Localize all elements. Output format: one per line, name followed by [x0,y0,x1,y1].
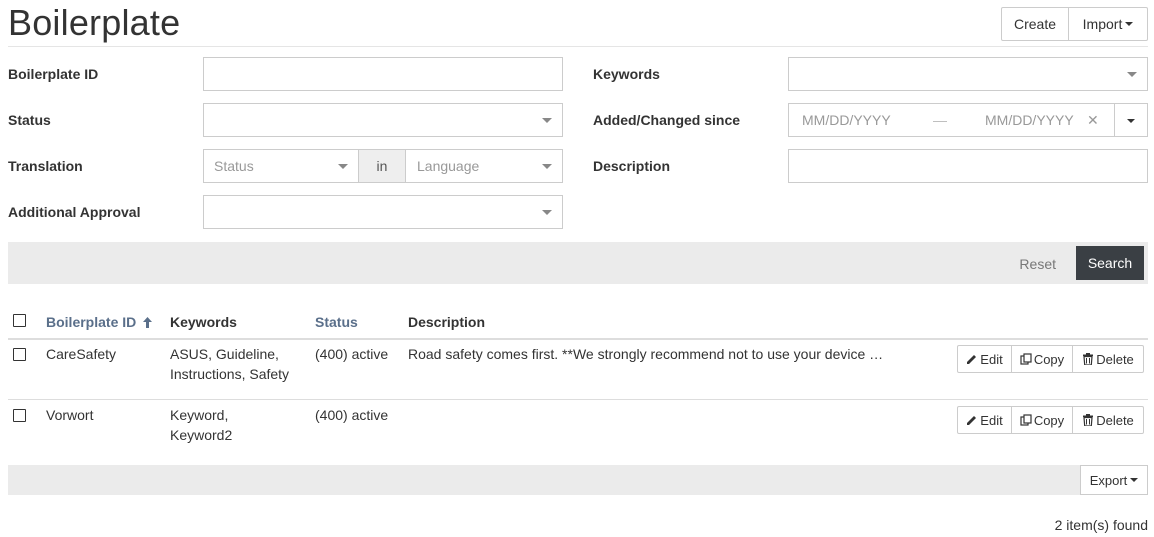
translation-in-addon: in [358,149,406,183]
chevron-down-icon [1127,72,1137,77]
export-button[interactable]: Export [1080,465,1148,495]
select-all-checkbox[interactable] [13,314,26,327]
row-checkbox[interactable] [13,409,26,422]
row-id[interactable]: Vorwort [46,405,93,425]
translation-language-select[interactable]: Language [405,149,563,183]
delete-button[interactable]: Delete [1073,406,1144,434]
column-header-keywords[interactable]: Keywords [170,314,237,330]
table-header-divider [8,338,1148,340]
page-title: Boilerplate [8,2,181,43]
keywords-label: Keywords [593,66,660,82]
trash-icon [1083,353,1094,365]
description-label: Description [593,158,671,174]
result-count: 2 item(s) found [1054,517,1148,533]
added-changed-since-label: Added/Changed since [593,112,741,128]
search-button[interactable]: Search [1076,246,1144,280]
chevron-down-icon [542,164,552,169]
import-button[interactable]: Import [1069,7,1148,41]
date-separator: — [933,112,947,128]
status-label: Status [8,112,51,128]
pencil-icon [967,416,977,425]
column-header-status[interactable]: Status [315,314,358,330]
copy-button[interactable]: Copy [1012,406,1073,434]
column-header-boilerplate-id[interactable]: Boilerplate ID [46,314,153,330]
copy-button[interactable]: Copy [1012,345,1073,373]
row-keywords: ASUS, Guideline, Instructions, Safety [170,346,290,382]
chevron-down-icon [338,164,348,169]
row-id[interactable]: CareSafety [46,344,116,364]
keywords-select[interactable] [788,57,1148,91]
delete-button[interactable]: Delete [1073,345,1144,373]
row-actions: Edit Copy Delete [957,406,1144,434]
row-description: Road safety comes first. **We strongly r… [408,346,884,362]
top-actions: Create Import [1001,7,1148,41]
boilerplate-id-input[interactable] [203,57,563,91]
clear-icon[interactable]: ✕ [1087,112,1099,129]
title-divider [8,46,1148,47]
caret-down-icon [1127,119,1135,123]
create-button[interactable]: Create [1001,7,1069,41]
translation-label: Translation [8,158,83,174]
copy-icon [1020,414,1032,426]
search-action-bar: Reset Search [8,242,1148,284]
date-to-input[interactable]: MM/DD/YYYY [985,112,1074,128]
row-checkbox[interactable] [13,348,26,361]
table-footer-bar: Export [8,465,1148,495]
caret-down-icon [1125,22,1134,26]
row-status: (400) active [315,407,389,423]
date-from-input[interactable]: MM/DD/YYYY [802,112,891,128]
column-header-description[interactable]: Description [408,314,485,330]
sort-ascending-icon [143,317,153,330]
additional-approval-select[interactable] [203,195,563,229]
edit-button[interactable]: Edit [957,406,1012,434]
reset-button[interactable]: Reset [1019,256,1056,272]
row-status: (400) active [315,346,389,362]
edit-button[interactable]: Edit [957,345,1012,373]
row-actions: Edit Copy Delete [957,345,1144,373]
description-input[interactable] [788,149,1148,183]
row-divider [8,399,1148,400]
chevron-down-icon [542,118,552,123]
date-range-input[interactable]: MM/DD/YYYY — MM/DD/YYYY ✕ [788,103,1115,137]
date-range-dropdown-button[interactable] [1114,103,1148,137]
additional-approval-label: Additional Approval [8,204,141,220]
trash-icon [1083,414,1094,426]
caret-down-icon [1130,478,1139,482]
chevron-down-icon [542,210,552,215]
pencil-icon [967,355,977,364]
status-select[interactable] [203,103,563,137]
boilerplate-id-label: Boilerplate ID [8,66,99,82]
copy-icon [1020,353,1032,365]
translation-status-select[interactable]: Status [203,149,359,183]
row-keywords: Keyword, Keyword2 [170,407,233,443]
